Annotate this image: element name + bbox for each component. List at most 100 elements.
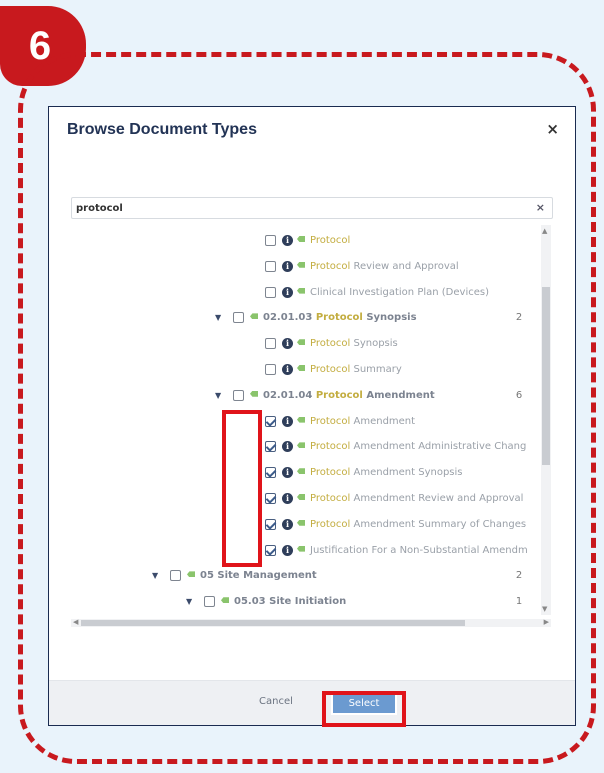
tag-icon bbox=[221, 597, 229, 604]
document-type-tree: i Protocol i Protocol Review and Approval i C… bbox=[71, 225, 539, 615]
checkbox-icon[interactable] bbox=[265, 260, 276, 272]
tree-folder-row[interactable]: ▼ 02.01.03 Protocol Synopsis 2 bbox=[71, 309, 539, 329]
clear-search-icon[interactable]: × bbox=[536, 201, 545, 214]
tree-item-row[interactable]: i Protocol Summary bbox=[71, 361, 539, 381]
checkbox-icon[interactable] bbox=[265, 441, 276, 453]
checkbox-icon[interactable] bbox=[204, 596, 215, 608]
tag-icon bbox=[297, 494, 305, 500]
tree-item-row[interactable]: i Protocol Amendment bbox=[71, 413, 539, 433]
search-match-highlight: Protocol bbox=[315, 389, 363, 401]
checkbox-icon[interactable] bbox=[170, 570, 181, 582]
tree-item-row[interactable]: i Protocol Review and Approval bbox=[71, 258, 539, 278]
info-icon[interactable]: i bbox=[282, 415, 293, 427]
tree-item-row[interactable]: i Protocol Amendment Summary of Changes bbox=[71, 516, 539, 536]
tag-icon bbox=[297, 339, 305, 346]
search-match-highlight: Protocol bbox=[315, 312, 363, 324]
tree-item-label: Justification For a Non-Substantial Amen… bbox=[310, 544, 528, 556]
search-match-highlight: Protocol bbox=[310, 467, 351, 479]
scroll-up-arrow-icon[interactable]: ▲ bbox=[542, 227, 547, 235]
tree-item-row[interactable]: i Protocol Amendment Review and Approval bbox=[71, 490, 539, 510]
checkbox-icon[interactable] bbox=[265, 493, 276, 504]
checkbox-icon[interactable] bbox=[233, 312, 244, 324]
tree-item-row[interactable]: i Protocol Synopsis bbox=[71, 335, 539, 355]
expand-triangle-icon[interactable]: ▼ bbox=[152, 571, 158, 580]
search-match-highlight: Protocol bbox=[310, 364, 351, 375]
scroll-left-arrow-icon[interactable]: ◀ bbox=[73, 618, 78, 626]
checkbox-icon[interactable] bbox=[265, 235, 276, 246]
horizontal-scrollbar[interactable]: ◀ ▶ bbox=[71, 618, 551, 627]
search-match-highlight: Protocol bbox=[310, 441, 351, 453]
item-count: 1 bbox=[515, 596, 523, 608]
info-icon[interactable]: i bbox=[282, 441, 293, 453]
tree-item-label: Protocol Amendment Review and Approval bbox=[310, 493, 524, 504]
info-icon[interactable]: i bbox=[282, 493, 293, 504]
expand-triangle-icon[interactable]: ▼ bbox=[186, 597, 192, 606]
tree-folder-row[interactable]: ▼ 05.03 Site Initiation 1 bbox=[71, 593, 539, 613]
tag-icon bbox=[297, 442, 305, 449]
checkbox-icon[interactable] bbox=[265, 415, 276, 427]
info-icon[interactable]: i bbox=[282, 544, 293, 556]
checkbox-icon[interactable] bbox=[233, 389, 244, 401]
dialog-title: Browse Document Types bbox=[67, 121, 257, 138]
checkbox-icon[interactable] bbox=[265, 518, 276, 530]
tree-item-row[interactable]: i Justification For a Non-Substantial Ame… bbox=[71, 542, 539, 562]
item-count: 2 bbox=[515, 570, 523, 582]
dialog-footer: Cancel Select bbox=[49, 680, 575, 725]
tag-icon bbox=[250, 313, 258, 320]
tag-icon bbox=[297, 545, 305, 552]
tree-folder-row[interactable]: ▼ 05 Site Management 2 bbox=[71, 567, 539, 587]
tree-item-row[interactable]: i Protocol bbox=[71, 232, 539, 252]
info-icon[interactable]: i bbox=[282, 364, 293, 375]
cancel-button[interactable]: Cancel bbox=[259, 696, 293, 707]
tag-icon bbox=[187, 571, 195, 578]
tag-icon bbox=[297, 287, 305, 294]
horizontal-scroll-thumb[interactable] bbox=[81, 620, 465, 626]
search-input[interactable] bbox=[76, 201, 516, 215]
tree-item-row[interactable]: i Protocol Amendment Administrative Chang bbox=[71, 438, 539, 458]
tree-item-label: 05.03 Site Initiation bbox=[234, 596, 347, 608]
expand-triangle-icon[interactable]: ▼ bbox=[215, 313, 221, 322]
info-icon[interactable]: i bbox=[282, 286, 293, 298]
tree-item-label: 05 Site Management bbox=[200, 570, 317, 582]
search-match-highlight: Protocol bbox=[310, 260, 351, 272]
search-match-highlight: Protocol bbox=[310, 493, 351, 504]
info-icon[interactable]: i bbox=[282, 260, 293, 272]
tree-folder-row[interactable]: ▼ 02.01.04 Protocol Amendment 6 bbox=[71, 387, 539, 407]
scroll-down-arrow-icon[interactable]: ▼ bbox=[542, 605, 547, 613]
vertical-scroll-thumb[interactable] bbox=[542, 287, 550, 465]
tree-item-label: 02.01.04 Protocol Amendment bbox=[263, 389, 435, 401]
info-icon[interactable]: i bbox=[282, 518, 293, 530]
search-match-highlight: Protocol bbox=[310, 518, 351, 530]
checkbox-icon[interactable] bbox=[265, 364, 276, 375]
tree-item-label: 02.01.03 Protocol Synopsis bbox=[263, 312, 417, 324]
tree-item-row[interactable]: i Clinical Investigation Plan (Devices) bbox=[71, 284, 539, 304]
checkbox-icon[interactable] bbox=[265, 467, 276, 479]
select-button-highlight bbox=[322, 691, 406, 727]
info-icon[interactable]: i bbox=[282, 338, 293, 350]
tag-icon bbox=[297, 261, 305, 268]
tree-item-label: Protocol Amendment bbox=[310, 415, 416, 427]
info-icon[interactable]: i bbox=[282, 235, 293, 246]
checkbox-icon[interactable] bbox=[265, 338, 276, 350]
checked-items-highlight bbox=[222, 410, 262, 567]
expand-triangle-icon[interactable]: ▼ bbox=[215, 391, 221, 400]
close-icon[interactable]: × bbox=[546, 120, 559, 138]
browse-document-types-dialog: Browse Document Types × × i Protocol i Prot… bbox=[48, 106, 576, 726]
tag-icon bbox=[297, 365, 305, 371]
search-box: × bbox=[71, 197, 553, 219]
tag-icon bbox=[297, 519, 305, 526]
vertical-scrollbar[interactable]: ▲ ▼ bbox=[541, 225, 551, 615]
tag-icon bbox=[297, 468, 305, 475]
tag-icon bbox=[297, 236, 305, 242]
checkbox-icon[interactable] bbox=[265, 286, 276, 298]
scroll-right-arrow-icon[interactable]: ▶ bbox=[544, 618, 549, 626]
tree-item-row[interactable]: i Protocol Amendment Synopsis bbox=[71, 464, 539, 484]
search-match-highlight: Protocol bbox=[310, 415, 351, 427]
item-count: 2 bbox=[515, 312, 523, 324]
info-icon[interactable]: i bbox=[282, 467, 293, 479]
search-match-highlight: Protocol bbox=[310, 338, 351, 350]
tree-item-label: Protocol bbox=[310, 235, 350, 246]
checkbox-icon[interactable] bbox=[265, 544, 276, 556]
tree-item-label: Clinical Investigation Plan (Devices) bbox=[310, 286, 489, 298]
tag-icon bbox=[250, 390, 258, 397]
